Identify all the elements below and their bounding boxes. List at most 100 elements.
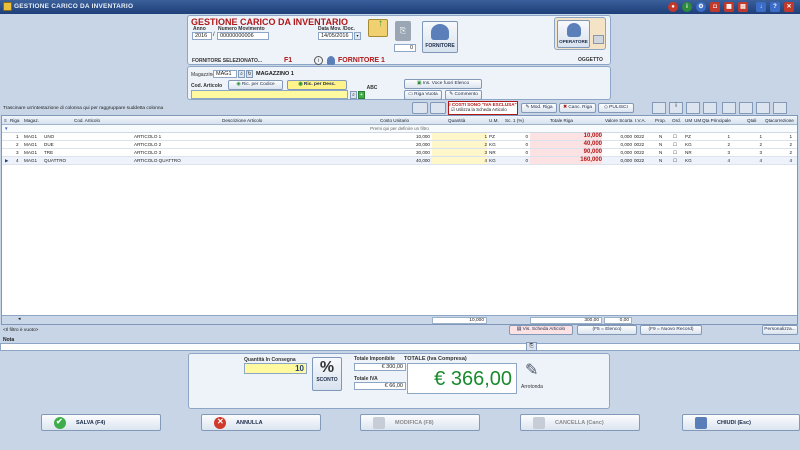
app-icon: [3, 2, 12, 11]
ric-desc-label: Ric. per Desc.: [303, 82, 336, 87]
commento-button[interactable]: ✎ Commento: [445, 90, 482, 100]
col-header[interactable]: Qta Principale: [702, 118, 731, 123]
layout-icon[interactable]: [773, 102, 787, 114]
search-icon[interactable]: ⌕: [350, 91, 357, 99]
magazzino-field[interactable]: MAG1: [213, 70, 237, 78]
col-header[interactable]: Costo Unitario: [380, 118, 409, 123]
ord-checkbox[interactable]: ☐: [673, 149, 677, 156]
col-header[interactable]: Prop.: [655, 118, 666, 123]
cancella-button[interactable]: CANCELLA (Canc): [520, 414, 640, 431]
cod-articolo-input[interactable]: [191, 90, 348, 99]
annulla-button[interactable]: ✕ ANNULLA: [201, 414, 321, 431]
scroll-left-icon[interactable]: ◂: [16, 317, 20, 324]
col-header[interactable]: U.M.: [489, 118, 499, 123]
pen-icon[interactable]: ✎: [525, 360, 541, 380]
ric-codice-button[interactable]: ◉ Ric. per Codice: [228, 80, 283, 90]
col-header: ≡: [4, 118, 7, 123]
camera-icon[interactable]: ◘: [710, 2, 720, 12]
vis-scheda-button[interactable]: ▤ Vis. Scheda Articolo: [509, 325, 573, 335]
personalizza-button[interactable]: Personalizza...: [762, 325, 798, 335]
ord-checkbox[interactable]: ☐: [673, 133, 677, 140]
col-header[interactable]: Riga: [10, 118, 19, 123]
canc-riga-button[interactable]: ✖ Canc. Riga: [559, 103, 596, 113]
fornitore-button[interactable]: FORNITORE: [422, 21, 458, 53]
modifica-button[interactable]: MODIFICA (F8): [360, 414, 480, 431]
col-header[interactable]: Ord.: [672, 118, 681, 123]
totale-value: € 366,00: [407, 363, 517, 394]
col-header[interactable]: Descrizione Articolo: [222, 118, 262, 123]
anno-field[interactable]: 2016: [192, 32, 212, 40]
f9-nuovo-button[interactable]: (F9 = Nuovo Record): [640, 325, 702, 335]
col-header[interactable]: Qtali: [747, 118, 756, 123]
attach-icon[interactable]: ⎘: [395, 21, 411, 41]
record-icon[interactable]: ●: [668, 2, 678, 12]
col-header[interactable]: I.V.A.: [635, 118, 646, 123]
window-title: GESTIONE CARICO DA INVENTARIO: [14, 3, 134, 10]
nota-input[interactable]: [0, 343, 800, 351]
col-header[interactable]: UM: [694, 118, 701, 123]
pulisci-button[interactable]: ◇ PULISCI: [598, 103, 634, 113]
operatore-button[interactable]: OPERATORE: [557, 20, 590, 48]
col-header[interactable]: Quantità: [448, 118, 465, 123]
riga-vuota-button[interactable]: ▭ Riga Vuota: [404, 90, 442, 100]
export-icon[interactable]: [739, 102, 753, 114]
table-row[interactable]: 1 MAG1 UNO ARTICOLO 1 10,000 1 PZ 0 10,000 0…: [2, 133, 797, 141]
download-icon[interactable]: ↓: [756, 2, 766, 12]
calendar-icon[interactable]: ▦: [724, 2, 734, 12]
search-icon[interactable]: ⌕: [238, 70, 245, 78]
grid-tool-icon[interactable]: [412, 102, 428, 114]
close-icon[interactable]: ✕: [784, 2, 794, 12]
nota-edit-icon[interactable]: ⎘: [526, 342, 537, 351]
articolo-panel: Magazzino MAG1 ⌕ ↻ MAGAZZINO 1 Cod. Arti…: [187, 66, 611, 100]
info-icon[interactable]: i: [669, 102, 683, 114]
col-header[interactable]: Qtacorrezione: [765, 118, 794, 123]
arrotonda-label[interactable]: Arrotonda: [521, 384, 543, 390]
save-disk-icon[interactable]: [652, 102, 666, 114]
sconto-button[interactable]: % SCONTO: [312, 357, 342, 391]
edit-icon[interactable]: [593, 35, 604, 44]
utilizza-scheda-label: Utilizza la Scheda Articolo: [456, 107, 507, 112]
people-settings-icon[interactable]: [430, 102, 446, 114]
calendar-dropdown-icon[interactable]: ▾: [354, 32, 361, 40]
info-circle-icon[interactable]: i: [314, 56, 323, 65]
info-icon[interactable]: i: [682, 2, 692, 12]
ric-desc-button[interactable]: ◉ Ric. per Desc.: [287, 80, 347, 90]
f5-elenco-button[interactable]: (F5 = Elenco): [577, 325, 637, 335]
tools-icon[interactable]: [686, 102, 700, 114]
ord-checkbox[interactable]: ☐: [673, 157, 677, 164]
network-icon[interactable]: [756, 102, 770, 114]
group-hint: Trascinare un'intestazione di colonna qu…: [3, 106, 164, 111]
sum-totale: 300,00: [530, 317, 602, 324]
table-row[interactable]: 3 MAG1 TRE ARTICOLO 3 30,000 3 NR 0 90,000 0…: [2, 149, 797, 157]
utilizza-scheda-row[interactable]: ☑ Utilizza la Scheda Articolo: [449, 107, 517, 113]
mod-riga-button[interactable]: ✎ Mod. Riga: [521, 103, 557, 113]
abc-icon[interactable]: ABC: [364, 85, 380, 99]
col-header[interactable]: Magaz.: [24, 118, 39, 123]
col-header[interactable]: Valore Scorta: [605, 118, 633, 123]
data-field[interactable]: 14/05/2016: [318, 32, 353, 40]
filter-row[interactable]: ▼ Premi qui per definire un filtro: [2, 125, 797, 133]
print-icon[interactable]: [722, 102, 736, 114]
ord-checkbox[interactable]: ☐: [673, 141, 677, 148]
salva-button[interactable]: ✔ SALVA (F4): [41, 414, 161, 431]
col-header[interactable]: Totale Riga: [550, 118, 573, 123]
ins-voce-button[interactable]: ▣ Ins. Voce fuori Elenco: [404, 79, 482, 89]
operatore-button-label: OPERATORE: [559, 39, 588, 44]
folder-icon[interactable]: ↑: [368, 18, 388, 37]
col-header[interactable]: Cod. Articolo: [74, 118, 100, 123]
chart-icon[interactable]: [703, 102, 717, 114]
table-row[interactable]: ▶ 4 MAG1 QUATTRO ARTICOLO QUATTRO 40,000 4 …: [2, 157, 797, 165]
gear-icon[interactable]: ⚙: [696, 2, 706, 12]
help-icon[interactable]: ?: [770, 2, 780, 12]
col-header[interactable]: Sc. 1 (%): [505, 118, 524, 123]
numero-field[interactable]: 00000000006: [217, 32, 269, 40]
imponibile-field: € 300,00: [354, 363, 406, 371]
refresh-icon[interactable]: ↻: [246, 70, 253, 78]
calculator-icon[interactable]: ▤: [738, 2, 748, 12]
counter-field: 0: [394, 44, 416, 52]
imponibile-label: Totale Imponibile: [354, 356, 395, 362]
chiudi-button[interactable]: CHIUDI (Esc): [682, 414, 800, 431]
table-row[interactable]: 2 MAG1 DUE ARTICOLO 2 20,000 2 KG 0 40,000 0…: [2, 141, 797, 149]
oggetto-label: OGGETTO: [578, 57, 603, 63]
col-header[interactable]: UM: [685, 118, 692, 123]
